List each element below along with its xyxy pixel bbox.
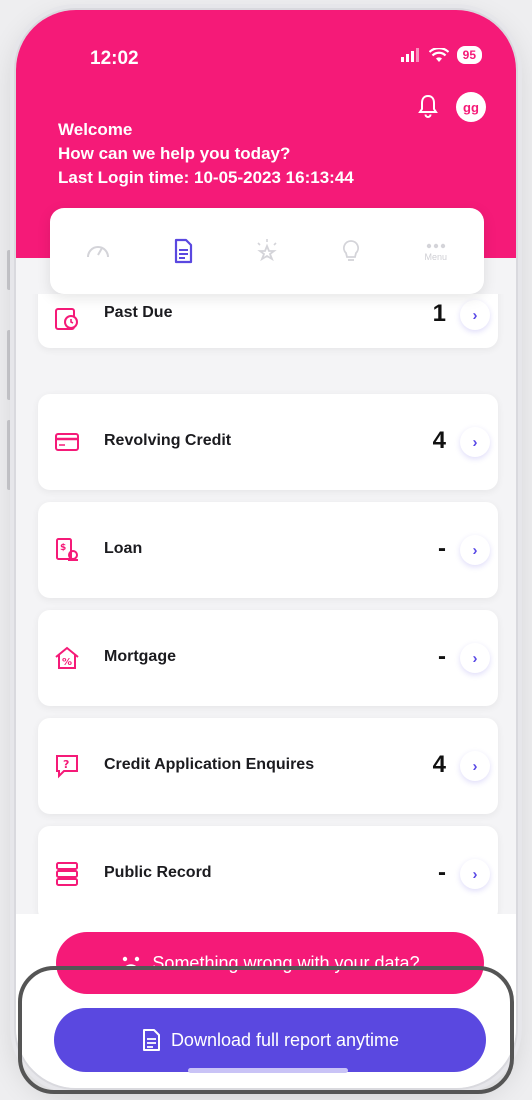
svg-text:%: %	[62, 657, 72, 668]
card-mortgage[interactable]: % Mortgage - ›	[38, 610, 498, 706]
tab-tips[interactable]	[328, 228, 374, 274]
chevron-right-icon[interactable]: ›	[460, 643, 490, 673]
side-button-mute	[7, 250, 11, 290]
card-count: -	[438, 643, 446, 670]
card-loan[interactable]: $ Loan - ›	[38, 502, 498, 598]
report-data-issue-label: Something wrong with your data?	[152, 952, 420, 973]
home-indicator	[188, 1068, 348, 1073]
tab-menu-label: Menu	[424, 251, 447, 262]
chevron-right-icon[interactable]: ›	[460, 535, 490, 565]
document-icon	[174, 238, 192, 264]
sparkle-star-icon	[257, 239, 277, 262]
tab-rewards[interactable]	[244, 228, 290, 274]
credit-summary-list[interactable]: Past Due 1 › Revolving Credit 4 › $ Loan…	[16, 294, 516, 914]
notification-bell-icon[interactable]	[418, 94, 438, 118]
card-count: 4	[432, 427, 446, 454]
card-label: Mortgage	[104, 648, 176, 665]
card-label: Public Record	[104, 864, 212, 881]
phone-frame: 12:02 95 gg Welcome How can we help you …	[14, 8, 518, 1090]
server-stack-icon	[56, 862, 78, 886]
tab-report[interactable]	[160, 228, 206, 274]
more-dots-icon	[426, 243, 445, 248]
past-due-clock-icon	[55, 308, 78, 330]
welcome-block: Welcome How can we help you today? Last …	[58, 118, 354, 190]
card-count: -	[438, 535, 446, 562]
svg-text:?: ?	[63, 758, 69, 771]
card-label: Revolving Credit	[104, 432, 232, 449]
wifi-icon	[428, 47, 449, 62]
side-button-volume-down	[7, 420, 11, 490]
tab-menu[interactable]: Menu	[413, 228, 459, 274]
card-revolving-credit[interactable]: Revolving Credit 4 ›	[38, 394, 498, 490]
download-report-button[interactable]: Download full report anytime	[54, 1008, 486, 1072]
last-login-time: Last Login time: 10-05-2023 16:13:44	[58, 168, 354, 187]
sad-face-icon	[123, 956, 140, 970]
question-bubble-icon: ?	[56, 755, 78, 779]
side-button-volume-up	[7, 330, 11, 400]
bottom-actions: Something wrong with your data? Download…	[16, 914, 516, 1088]
gauge-icon	[87, 246, 110, 258]
avatar[interactable]: gg	[456, 92, 486, 122]
download-report-label: Download full report anytime	[170, 1029, 400, 1050]
chevron-right-icon[interactable]: ›	[460, 751, 490, 781]
card-label: Loan	[104, 540, 143, 557]
card-label: Credit Application Enquires	[104, 756, 315, 773]
card-public-record[interactable]: Public Record - ›	[38, 826, 498, 914]
welcome-subtitle: How can we help you today?	[58, 144, 291, 163]
card-label: Past Due	[104, 304, 173, 321]
signal-icon	[400, 48, 419, 62]
battery-indicator: 95	[456, 46, 482, 64]
loan-document-icon: $	[56, 538, 78, 561]
status-icons: 95	[400, 46, 482, 64]
card-count: -	[438, 859, 446, 886]
card-count: 4	[432, 751, 446, 778]
chevron-right-icon[interactable]: ›	[460, 300, 490, 330]
card-past-due[interactable]: Past Due 1 ›	[38, 294, 498, 348]
lightbulb-icon	[343, 240, 360, 261]
credit-card-icon	[55, 433, 79, 451]
chevron-right-icon[interactable]: ›	[460, 427, 490, 457]
report-data-issue-button[interactable]: Something wrong with your data?	[56, 932, 484, 994]
card-count: 1	[432, 300, 446, 327]
mortgage-house-icon: %	[55, 646, 79, 669]
chevron-right-icon[interactable]: ›	[460, 859, 490, 889]
top-tab-bar: Menu	[50, 208, 484, 294]
svg-text:$: $	[60, 543, 66, 553]
document-icon	[142, 1029, 160, 1051]
status-time: 12:02	[90, 48, 139, 69]
tab-dashboard[interactable]	[75, 228, 121, 274]
card-credit-application-enquires[interactable]: ? Credit Application Enquires 4 ›	[38, 718, 498, 814]
welcome-title: Welcome	[58, 120, 133, 139]
